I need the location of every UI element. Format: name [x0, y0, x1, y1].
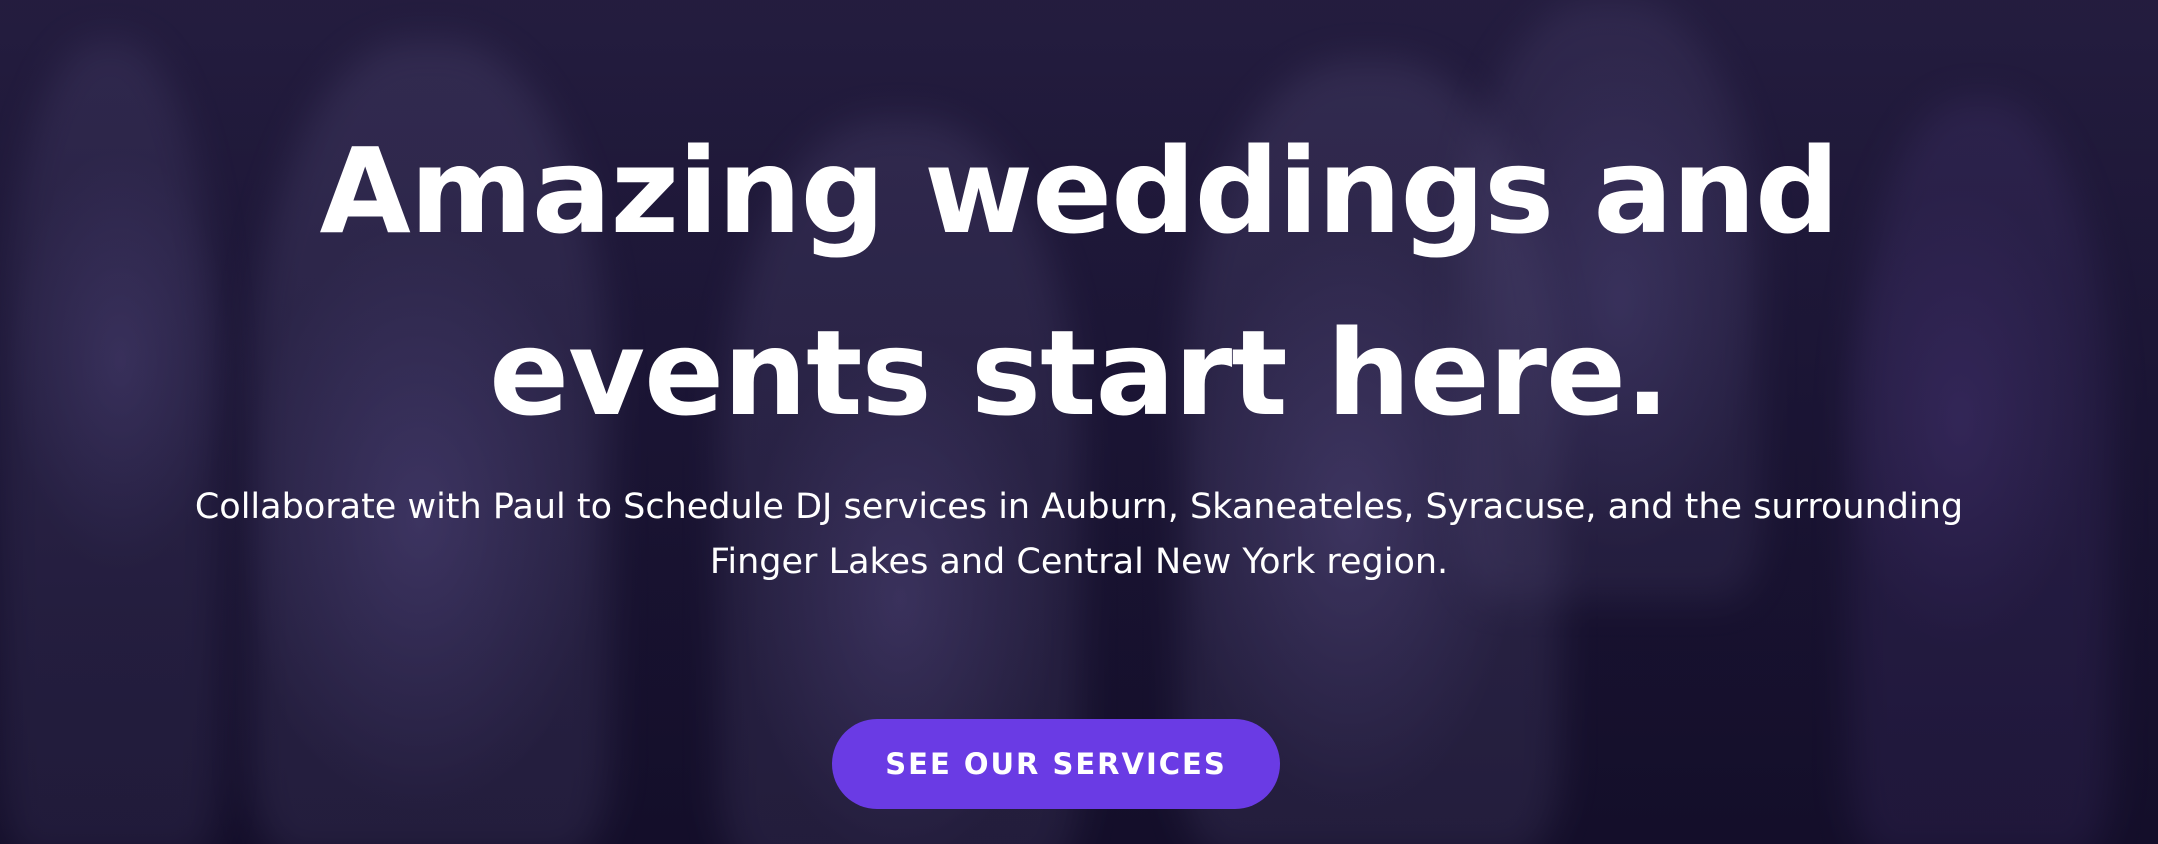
hero-content: Amazing weddings and events start here. … — [0, 0, 2158, 844]
hero-subtitle-line: Collaborate with Paul to Schedule DJ ser… — [194, 487, 1964, 527]
see-our-services-button[interactable]: SEE OUR SERVICES — [832, 719, 1280, 809]
hero-section: Amazing weddings and events start here. … — [0, 0, 2158, 844]
hero-headline-line: events start here. — [489, 304, 1670, 442]
hero-subtitle-line: Finger Lakes and Central New York region… — [709, 542, 1449, 582]
hero-subtitle: Collaborate with Paul to Schedule DJ ser… — [129, 480, 2029, 590]
hero-headline-line: Amazing weddings and — [319, 122, 1840, 260]
hero-headline: Amazing weddings and events start here. — [179, 100, 1979, 464]
